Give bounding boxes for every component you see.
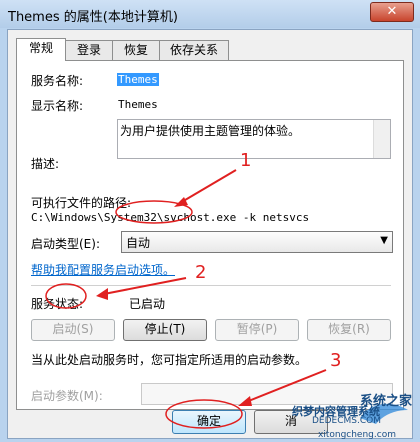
- annotation-number-2: 2: [195, 262, 207, 283]
- annotation-arrow-1: [179, 169, 237, 204]
- annotation-ellipse-3: [165, 399, 243, 429]
- annotation-arrow-3: [245, 369, 327, 403]
- annotation-overlay: [45, 169, 408, 429]
- annotation-number-1: 1: [240, 150, 252, 171]
- annotation-arrowhead-3: [238, 396, 252, 406]
- annotation-ellipse-2: [45, 283, 87, 309]
- annotation-arrowhead-2: [96, 288, 108, 300]
- watermark-url: xitongcheng.com: [318, 430, 396, 440]
- watermark-domain: DEDECMS.COM: [312, 416, 381, 426]
- annotation-number-3: 3: [330, 350, 342, 371]
- tab-general[interactable]: 常规: [16, 38, 66, 61]
- annotation-arrow-2: [103, 277, 187, 295]
